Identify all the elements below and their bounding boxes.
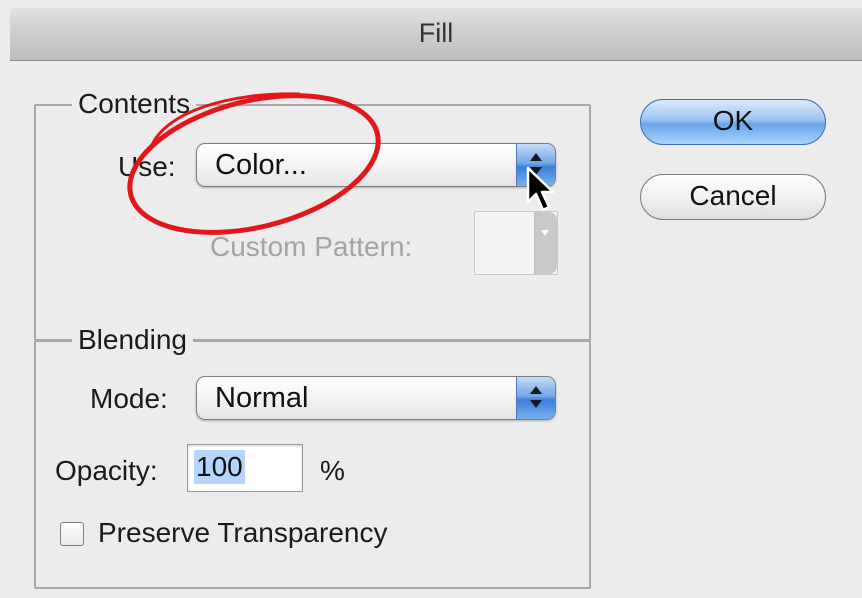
opacity-value: 100 xyxy=(194,450,245,484)
opacity-label: Opacity: xyxy=(55,455,158,486)
preserve-transparency-label[interactable]: Preserve Transparency xyxy=(98,517,387,549)
popup-arrows-icon xyxy=(516,377,555,419)
mode-popup[interactable]: Normal xyxy=(196,376,556,420)
popup-arrows-icon xyxy=(516,144,555,186)
use-label: Use: xyxy=(118,151,176,182)
pattern-dropdown-icon xyxy=(534,212,557,274)
ok-button[interactable]: OK xyxy=(640,99,826,145)
preserve-transparency-checkbox[interactable] xyxy=(60,522,84,546)
mode-label: Mode: xyxy=(90,383,168,414)
custom-pattern-popup xyxy=(474,211,558,275)
custom-pattern-label: Custom Pattern: xyxy=(210,231,413,262)
use-popup-value: Color... xyxy=(215,149,307,181)
opacity-unit: % xyxy=(320,455,345,486)
mode-popup-value: Normal xyxy=(215,382,309,414)
cancel-button[interactable]: Cancel xyxy=(640,174,826,220)
contents-group-label: Contents xyxy=(72,88,197,120)
dialog-title: Fill xyxy=(418,18,454,48)
use-popup[interactable]: Color... xyxy=(196,143,556,187)
title-bar[interactable]: Fill xyxy=(10,8,862,61)
opacity-input[interactable]: 100 xyxy=(187,444,303,492)
fill-dialog: Fill Contents Use: Color... Custom Patte… xyxy=(0,0,862,598)
blending-group-label: Blending xyxy=(72,324,193,356)
dialog-body: Contents Use: Color... Custom Pattern: B… xyxy=(10,61,862,598)
